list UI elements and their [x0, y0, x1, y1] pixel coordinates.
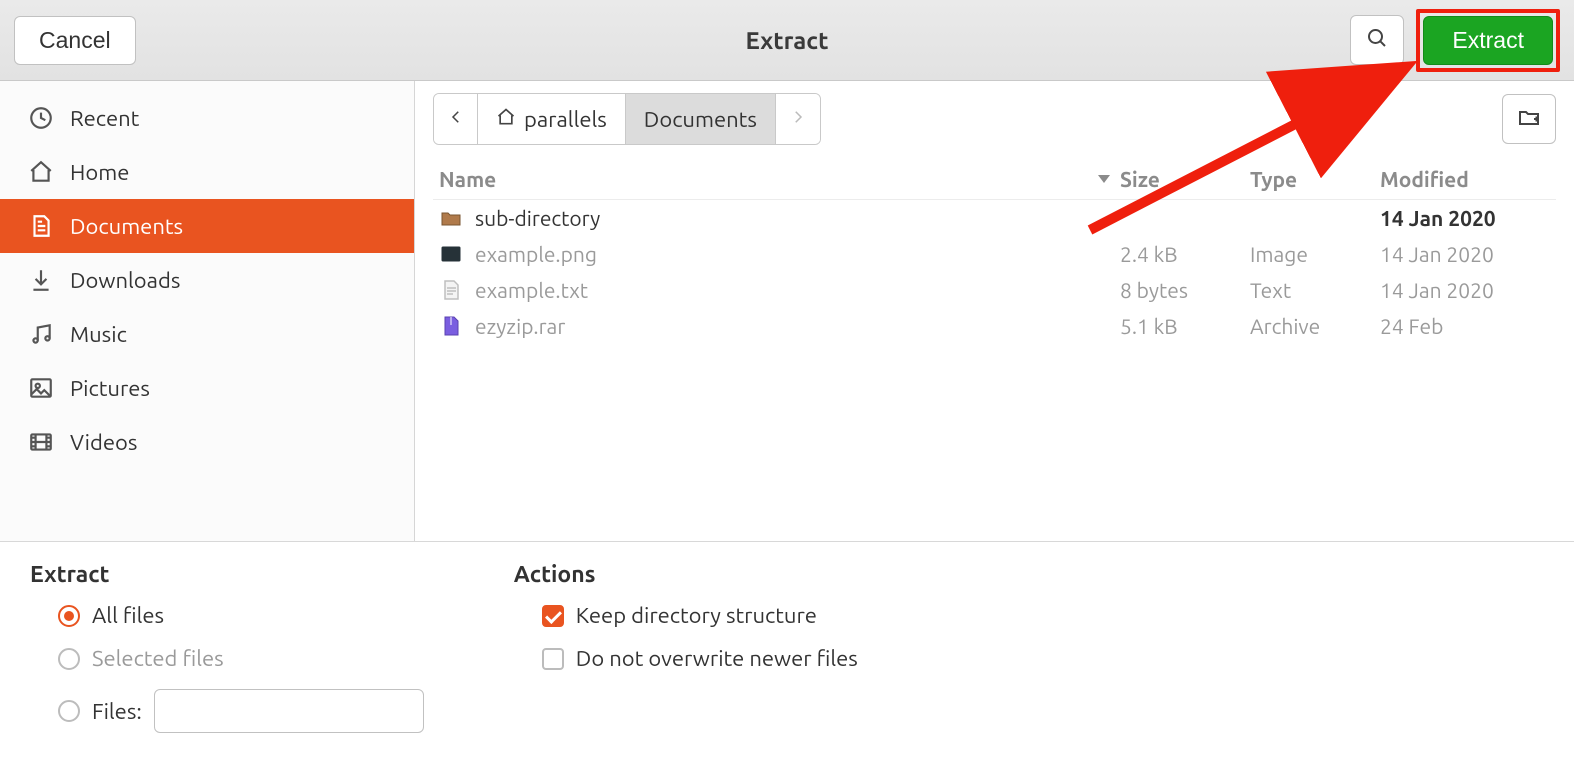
cell-name: ezyzip.rar — [439, 314, 1110, 338]
new-folder-icon — [1517, 105, 1541, 133]
files-pattern-input[interactable] — [154, 689, 424, 733]
table-row[interactable]: example.png 2.4 kB Image 14 Jan 2020 — [433, 236, 1556, 272]
cell-name: example.txt — [439, 278, 1110, 302]
sidebar-item-label: Home — [70, 160, 129, 185]
text-icon — [439, 278, 463, 302]
chevron-left-icon — [447, 108, 465, 130]
cell-modified: 24 Feb — [1380, 314, 1550, 338]
music-icon — [28, 321, 54, 347]
sidebar-item-label: Videos — [70, 430, 137, 455]
opt-label: Files: — [92, 699, 142, 724]
sidebar-item-videos[interactable]: Videos — [0, 415, 414, 469]
cell-size: 8 bytes — [1120, 278, 1240, 302]
radio-icon — [58, 648, 80, 670]
sidebar-item-recent[interactable]: Recent — [0, 91, 414, 145]
breadcrumb-path: parallels Documents — [433, 93, 821, 145]
table-row[interactable]: ezyzip.rar 5.1 kB Archive 24 Feb — [433, 308, 1556, 344]
table-body: sub-directory 14 Jan 2020 example.png 2.4 k… — [433, 200, 1556, 344]
column-modified[interactable]: Modified — [1380, 167, 1550, 191]
sidebar-item-label: Recent — [70, 106, 139, 131]
sidebar-item-downloads[interactable]: Downloads — [0, 253, 414, 307]
opt-label: Do not overwrite newer files — [576, 646, 858, 671]
radio-icon — [58, 605, 80, 627]
cell-name: example.png — [439, 242, 1110, 266]
dialog-header: Cancel Extract Extract — [0, 0, 1574, 81]
picture-icon — [28, 375, 54, 401]
sidebar-item-label: Downloads — [70, 268, 180, 293]
opt-keep-structure[interactable]: Keep directory structure — [514, 603, 858, 628]
dialog-title: Extract — [746, 27, 829, 54]
table-header: Name Size Type Modified — [433, 159, 1556, 200]
opt-no-overwrite[interactable]: Do not overwrite newer files — [514, 646, 858, 671]
image-icon — [439, 242, 463, 266]
cell-modified: 14 Jan 2020 — [1380, 242, 1550, 266]
home-icon — [496, 107, 516, 132]
sidebar-item-pictures[interactable]: Pictures — [0, 361, 414, 415]
main-area: Recent Home Documents Downloads Music — [0, 81, 1574, 542]
clock-icon — [28, 105, 54, 131]
video-icon — [28, 429, 54, 455]
folder-icon — [439, 206, 463, 230]
archive-icon — [439, 314, 463, 338]
opt-all-files[interactable]: All files — [30, 603, 424, 628]
cell-size: 2.4 kB — [1120, 242, 1240, 266]
new-folder-button[interactable] — [1502, 94, 1556, 144]
checkbox-icon — [542, 648, 564, 670]
file-name: example.txt — [475, 278, 588, 302]
opt-selected-files: Selected files — [30, 646, 424, 671]
download-icon — [28, 267, 54, 293]
cell-modified: 14 Jan 2020 — [1380, 206, 1550, 230]
sidebar-item-label: Music — [70, 322, 127, 347]
pathbar-row: parallels Documents — [433, 93, 1556, 145]
table-row[interactable]: sub-directory 14 Jan 2020 — [433, 200, 1556, 236]
cell-type: Text — [1250, 278, 1370, 302]
content-panel: parallels Documents Name S — [415, 81, 1574, 541]
path-back-button[interactable] — [434, 94, 478, 144]
cell-type: Archive — [1250, 314, 1370, 338]
file-name: sub-directory — [475, 206, 600, 230]
document-icon — [28, 213, 54, 239]
extract-heading: Extract — [30, 562, 424, 587]
cell-size: 5.1 kB — [1120, 314, 1240, 338]
chevron-right-icon — [789, 108, 807, 130]
cell-name: sub-directory — [439, 206, 1110, 230]
search-button[interactable] — [1350, 15, 1404, 65]
opt-files-pattern[interactable]: Files: — [30, 689, 424, 733]
extract-button-highlight: Extract — [1416, 9, 1560, 72]
sidebar-item-home[interactable]: Home — [0, 145, 414, 199]
sidebar-item-label: Pictures — [70, 376, 150, 401]
opt-label: Selected files — [92, 646, 224, 671]
breadcrumb-segment-home[interactable]: parallels — [478, 94, 626, 144]
breadcrumb-label: Documents — [644, 107, 757, 132]
opt-label: Keep directory structure — [576, 603, 817, 628]
search-icon — [1365, 26, 1389, 54]
cell-type: Image — [1250, 242, 1370, 266]
cell-modified: 14 Jan 2020 — [1380, 278, 1550, 302]
column-type[interactable]: Type — [1250, 167, 1370, 191]
actions-options: Actions Keep directory structure Do not … — [514, 562, 858, 733]
sidebar-item-music[interactable]: Music — [0, 307, 414, 361]
breadcrumb-segment-current[interactable]: Documents — [626, 94, 776, 144]
extract-options: Extract All files Selected files Files: — [30, 562, 424, 733]
extract-button[interactable]: Extract — [1423, 16, 1553, 65]
sidebar-item-documents[interactable]: Documents — [0, 199, 414, 253]
opt-label: All files — [92, 603, 164, 628]
file-name: ezyzip.rar — [475, 314, 565, 338]
column-size[interactable]: Size — [1120, 167, 1240, 191]
options-panel: Extract All files Selected files Files: … — [0, 542, 1574, 753]
checkbox-icon — [542, 605, 564, 627]
cancel-button[interactable]: Cancel — [14, 16, 136, 65]
table-row[interactable]: example.txt 8 bytes Text 14 Jan 2020 — [433, 272, 1556, 308]
breadcrumb-label: parallels — [524, 107, 607, 132]
radio-icon — [58, 700, 80, 722]
actions-heading: Actions — [514, 562, 858, 587]
home-icon — [28, 159, 54, 185]
sidebar-item-label: Documents — [70, 214, 183, 239]
path-forward-button[interactable] — [776, 94, 820, 144]
sidebar: Recent Home Documents Downloads Music — [0, 81, 415, 541]
file-table: Name Size Type Modified sub-directory 14 … — [433, 159, 1556, 541]
title-wrap: Extract — [0, 27, 1574, 54]
file-name: example.png — [475, 242, 597, 266]
column-name[interactable]: Name — [439, 167, 1110, 191]
